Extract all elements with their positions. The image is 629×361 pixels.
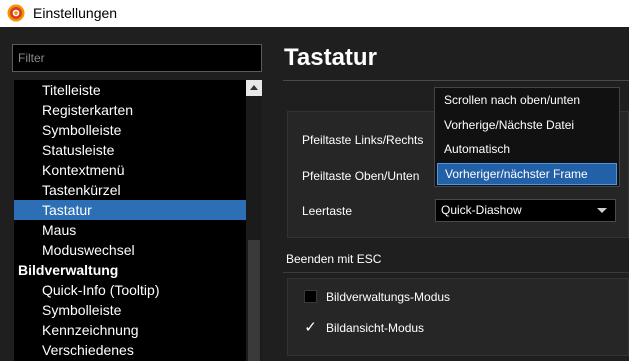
tree-item-label: Quick-Info (Tooltip) [42,282,160,298]
scroll-up-arrow-icon[interactable] [246,80,262,96]
dropdown-option-prev-next-frame[interactable]: Vorheriger/nächster Frame [437,163,617,185]
esc-section-divider [283,272,629,273]
arrow-left-right-label: Pfeiltaste Links/Rechts [302,133,424,147]
settings-tree: Titelleiste Registerkarten Symbolleiste … [14,80,246,361]
tree-item-label: Kontextmenü [42,162,125,178]
tree-item-tastenkuerzel[interactable]: Tastenkürzel [14,180,246,200]
filter-input[interactable] [12,44,262,72]
tree-item-tastatur[interactable]: Tastatur [14,200,246,220]
tree-item-statusleiste[interactable]: Statusleiste [14,140,246,160]
space-key-value: Quick-Diashow [441,203,522,217]
tree-item-label: Verschiedenes [42,342,134,358]
tree-item-kontextmenue[interactable]: Kontextmenü [14,160,246,180]
chevron-down-icon [597,208,607,213]
tree-item-symbolleiste-2[interactable]: Symbolleiste [14,300,246,320]
tree-item-label: Tastatur [42,202,92,218]
image-manager-mode-checkbox[interactable] [304,290,317,303]
tree-item-symbolleiste[interactable]: Symbolleiste [14,120,246,140]
window-title: Einstellungen [33,5,118,21]
tree-item-label: Kennzeichnung [42,322,139,338]
tree-item-label: Statusleiste [42,142,115,158]
app-flower-icon [7,4,25,22]
dropdown-option-scroll[interactable]: Scrollen nach oben/unten [437,90,617,112]
tree-item-label: Maus [42,222,77,238]
tree-item-label: Titelleiste [42,82,101,98]
tree-item-moduswechsel[interactable]: Moduswechsel [14,240,246,260]
page-title: Tastatur [284,44,377,71]
tree-item-maus[interactable]: Maus [14,220,246,240]
tree-item-label: Symbolleiste [42,122,122,138]
tree-item-label: Registerkarten [42,102,134,118]
space-key-select[interactable]: Quick-Diashow [435,199,616,222]
scrollbar-thumb[interactable] [248,240,260,361]
image-view-mode-label: Bildansicht-Modus [326,321,425,335]
title-bar: Einstellungen [0,0,629,27]
dropdown-option-prev-next-file[interactable]: Vorherige/Nächste Datei [437,115,617,137]
tree-item-label: Moduswechsel [42,242,135,258]
tree-item-quick-info[interactable]: Quick-Info (Tooltip) [14,280,246,300]
esc-section-title: Beenden mit ESC [286,252,382,266]
tree-item-registerkarten[interactable]: Registerkarten [14,100,246,120]
tree-item-titelleiste[interactable]: Titelleiste [14,80,246,100]
arrow-up-down-dropdown-list: Scrollen nach oben/unten Vorherige/Nächs… [434,87,620,187]
image-manager-mode-label: Bildverwaltungs-Modus [326,290,451,304]
tree-scrollbar[interactable] [246,80,262,361]
tree-item-kennzeichnung[interactable]: Kennzeichnung [14,320,246,340]
tree-item-label: Symbolleiste [42,302,122,318]
tree-category-bildverwaltung[interactable]: Bildverwaltung [14,260,246,280]
checkmark-icon[interactable]: ✓ [304,318,317,336]
arrow-up-down-label: Pfeiltaste Oben/Unten [302,169,420,183]
space-key-label: Leertaste [302,204,353,218]
tree-category-label: Bildverwaltung [18,262,119,278]
heading-divider [283,80,629,81]
dropdown-option-automatic[interactable]: Automatisch [437,139,617,161]
tree-item-label: Tastenkürzel [42,182,121,198]
tree-item-verschiedenes[interactable]: Verschiedenes [14,340,246,360]
